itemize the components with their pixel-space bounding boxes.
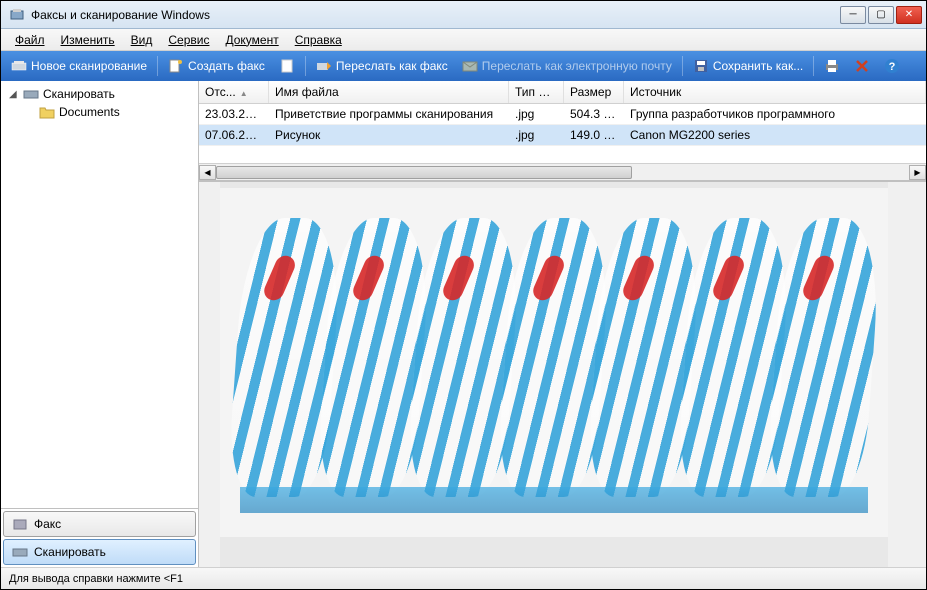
delete-button[interactable]	[848, 55, 876, 77]
folder-icon	[39, 105, 55, 119]
preview-pane	[199, 181, 926, 567]
col-header-size[interactable]: Размер	[564, 81, 624, 103]
tree-root-scan[interactable]: ◢ Сканировать	[5, 85, 194, 103]
maximize-button[interactable]: ▢	[868, 6, 894, 24]
help-button[interactable]: ?	[878, 55, 906, 77]
tree-root-label: Сканировать	[43, 87, 115, 101]
menu-document[interactable]: Документ	[217, 31, 286, 49]
cell-name: Рисунок	[269, 125, 509, 145]
cell-date: 23.03.201...	[199, 104, 269, 124]
main-area: ◢ Сканировать Documents Факс Сканировать	[1, 81, 926, 567]
cell-type: .jpg	[509, 125, 564, 145]
folder-tree: ◢ Сканировать Documents	[1, 81, 198, 508]
col-header-source[interactable]: Источник	[624, 81, 926, 103]
menu-view[interactable]: Вид	[123, 31, 161, 49]
sidebar-tab-scan-label: Сканировать	[34, 545, 106, 559]
horizontal-scrollbar[interactable]: ◀ ▶	[199, 163, 926, 180]
scroll-track[interactable]	[216, 165, 909, 180]
statusbar: Для вывода справки нажмите <F1	[1, 567, 926, 589]
cell-name: Приветствие программы сканирования	[269, 104, 509, 124]
help-icon: ?	[884, 58, 900, 74]
menu-tools[interactable]: Сервис	[160, 31, 217, 49]
window-title: Факсы и сканирование Windows	[31, 8, 840, 22]
col-header-name[interactable]: Имя файла	[269, 81, 509, 103]
forward-fax-label: Переслать как факс	[336, 59, 448, 73]
content-area: Отс...▲ Имя файла Тип фа... Размер Источ…	[199, 81, 926, 567]
scanner-icon	[11, 58, 27, 74]
menubar: Файл Изменить Вид Сервис Документ Справк…	[1, 29, 926, 51]
menu-help[interactable]: Справка	[287, 31, 350, 49]
sidebar-tabs: Факс Сканировать	[1, 508, 198, 567]
sidebar: ◢ Сканировать Documents Факс Сканировать	[1, 81, 199, 567]
print-button[interactable]	[818, 55, 846, 77]
forward-fax-icon	[316, 58, 332, 74]
close-button[interactable]: ✕	[896, 6, 922, 24]
menu-edit[interactable]: Изменить	[53, 31, 123, 49]
scroll-left-button[interactable]: ◀	[199, 165, 216, 180]
forward-fax-button[interactable]: Переслать как факс	[310, 55, 454, 77]
cell-source: Группа разработчиков программного	[624, 104, 926, 124]
fax-icon	[168, 58, 184, 74]
table-row[interactable]: 23.03.201... Приветствие программы скани…	[199, 104, 926, 125]
save-as-label: Сохранить как...	[713, 59, 803, 73]
menu-file[interactable]: Файл	[7, 31, 53, 49]
status-help-text: Для вывода справки нажмите <F1	[9, 573, 183, 585]
scroll-right-button[interactable]: ▶	[909, 165, 926, 180]
save-as-button[interactable]: Сохранить как...	[687, 55, 809, 77]
col-header-date[interactable]: Отс...▲	[199, 81, 269, 103]
svg-text:?: ?	[889, 61, 896, 73]
new-scan-label: Новое сканирование	[31, 59, 147, 73]
cell-size: 504.3 КБ	[564, 104, 624, 124]
save-icon	[693, 58, 709, 74]
toolbar: Новое сканирование Создать факс Переслат…	[1, 51, 926, 81]
app-icon	[9, 7, 25, 23]
fax-small-icon	[12, 517, 28, 531]
reply-button[interactable]	[273, 55, 301, 77]
preview-image	[220, 182, 889, 567]
titlebar: Факсы и сканирование Windows ─ ▢ ✕	[1, 1, 926, 29]
table-body: 23.03.201... Приветствие программы скани…	[199, 104, 926, 163]
scanner-small-icon-2	[12, 545, 28, 559]
email-icon	[462, 58, 478, 74]
cell-size: 149.0 КБ	[564, 125, 624, 145]
cell-source: Canon MG2200 series	[624, 125, 926, 145]
window-controls: ─ ▢ ✕	[840, 6, 922, 24]
file-list: Отс...▲ Имя файла Тип фа... Размер Источ…	[199, 81, 926, 181]
cell-type: .jpg	[509, 104, 564, 124]
scroll-thumb[interactable]	[216, 166, 632, 179]
sidebar-tab-fax[interactable]: Факс	[3, 511, 196, 537]
app-window: Факсы и сканирование Windows ─ ▢ ✕ Файл …	[0, 0, 927, 590]
delete-icon	[854, 58, 870, 74]
sidebar-tab-fax-label: Факс	[34, 517, 61, 531]
table-row[interactable]: 07.06.201... Рисунок .jpg 149.0 КБ Canon…	[199, 125, 926, 146]
create-fax-label: Создать факс	[188, 59, 265, 73]
new-scan-button[interactable]: Новое сканирование	[5, 55, 153, 77]
sort-asc-icon: ▲	[240, 89, 248, 98]
tree-child-documents[interactable]: Documents	[35, 103, 194, 121]
cell-date: 07.06.201...	[199, 125, 269, 145]
page-icon	[279, 58, 295, 74]
printer-icon	[824, 58, 840, 74]
forward-email-label: Переслать как электронную почту	[482, 59, 672, 73]
tree-child-label: Documents	[59, 105, 120, 119]
create-fax-button[interactable]: Создать факс	[162, 55, 271, 77]
forward-email-button[interactable]: Переслать как электронную почту	[456, 55, 678, 77]
col-header-type[interactable]: Тип фа...	[509, 81, 564, 103]
collapse-icon[interactable]: ◢	[9, 89, 19, 100]
minimize-button[interactable]: ─	[840, 6, 866, 24]
scanner-small-icon	[23, 87, 39, 101]
sidebar-tab-scan[interactable]: Сканировать	[3, 539, 196, 565]
table-header: Отс...▲ Имя файла Тип фа... Размер Источ…	[199, 81, 926, 104]
